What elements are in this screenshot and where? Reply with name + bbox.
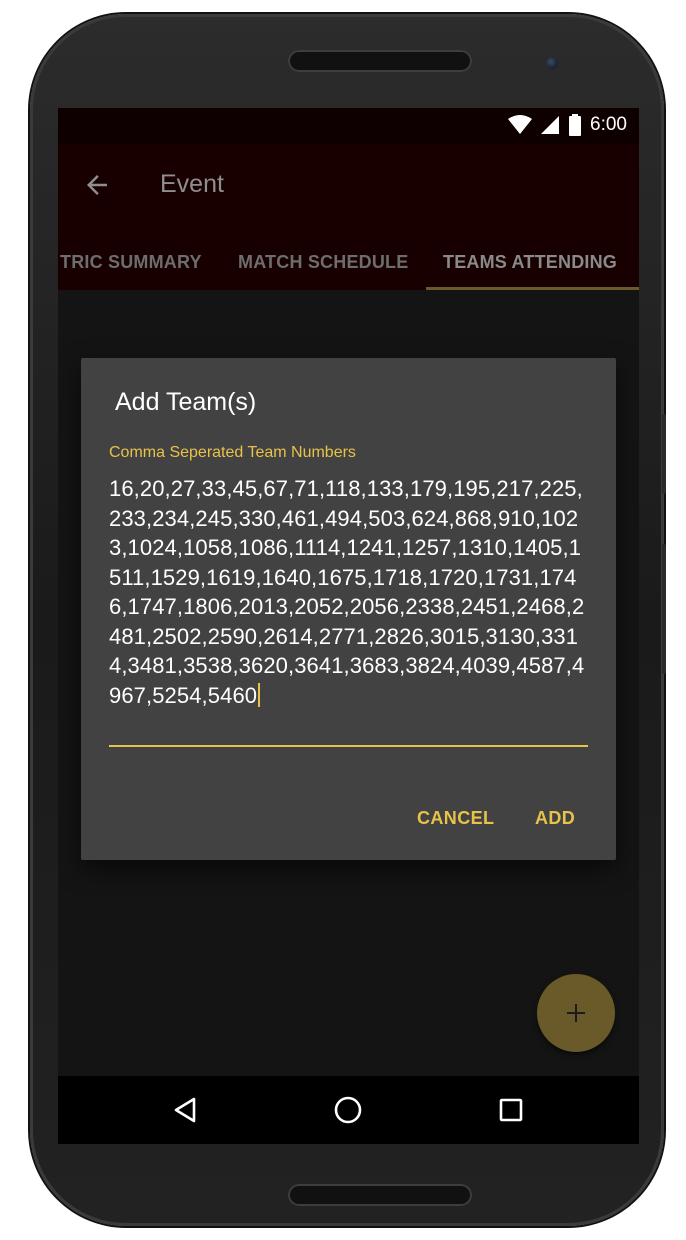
- team-numbers-input-underline: [109, 745, 588, 747]
- phone-screen: 6:00 Event TRIC SUMMARY MATCH SCHEDULE T…: [58, 108, 639, 1144]
- team-numbers-input-text: 16,20,27,33,45,67,71,118,133,179,195,217…: [109, 476, 585, 708]
- tab-teams-attending[interactable]: TEAMS ATTENDING: [443, 252, 617, 273]
- plus-icon: [567, 1004, 585, 1022]
- nav-home-button[interactable]: [331, 1093, 365, 1127]
- cellular-signal-icon: [541, 116, 560, 134]
- wifi-icon: [508, 115, 533, 134]
- add-button[interactable]: ADD: [535, 808, 575, 829]
- battery-icon: [569, 114, 582, 136]
- recents-square-icon: [499, 1098, 523, 1122]
- cancel-button[interactable]: CANCEL: [417, 808, 494, 829]
- tab-match-schedule[interactable]: MATCH SCHEDULE: [238, 252, 408, 273]
- status-bar: 6:00: [58, 108, 639, 144]
- add-team-fab[interactable]: [537, 974, 615, 1052]
- status-time: 6:00: [590, 114, 627, 135]
- dialog-title: Add Team(s): [115, 388, 257, 416]
- team-numbers-field-label: Comma Seperated Team Numbers: [109, 444, 356, 461]
- app-bar: Event TRIC SUMMARY MATCH SCHEDULE TEAMS …: [58, 144, 639, 290]
- back-triangle-icon: [174, 1097, 196, 1123]
- top-speaker: [288, 50, 472, 72]
- nav-recents-button[interactable]: [494, 1093, 528, 1127]
- team-numbers-input[interactable]: 16,20,27,33,45,67,71,118,133,179,195,217…: [109, 474, 591, 710]
- volume-button: [662, 414, 666, 494]
- nav-back-button[interactable]: [168, 1093, 202, 1127]
- front-camera: [546, 57, 558, 69]
- tab-metric-summary[interactable]: TRIC SUMMARY: [60, 252, 202, 273]
- arrow-back-icon[interactable]: [82, 170, 112, 200]
- tab-bar: TRIC SUMMARY MATCH SCHEDULE TEAMS ATTEND…: [58, 240, 639, 290]
- navigation-bar: [58, 1076, 639, 1144]
- bottom-speaker: [288, 1184, 472, 1206]
- page-title: Event: [160, 170, 224, 198]
- home-circle-icon: [334, 1096, 362, 1124]
- add-teams-dialog: Add Team(s) Comma Seperated Team Numbers…: [81, 358, 616, 860]
- power-button: [662, 544, 666, 674]
- text-cursor: [258, 682, 261, 707]
